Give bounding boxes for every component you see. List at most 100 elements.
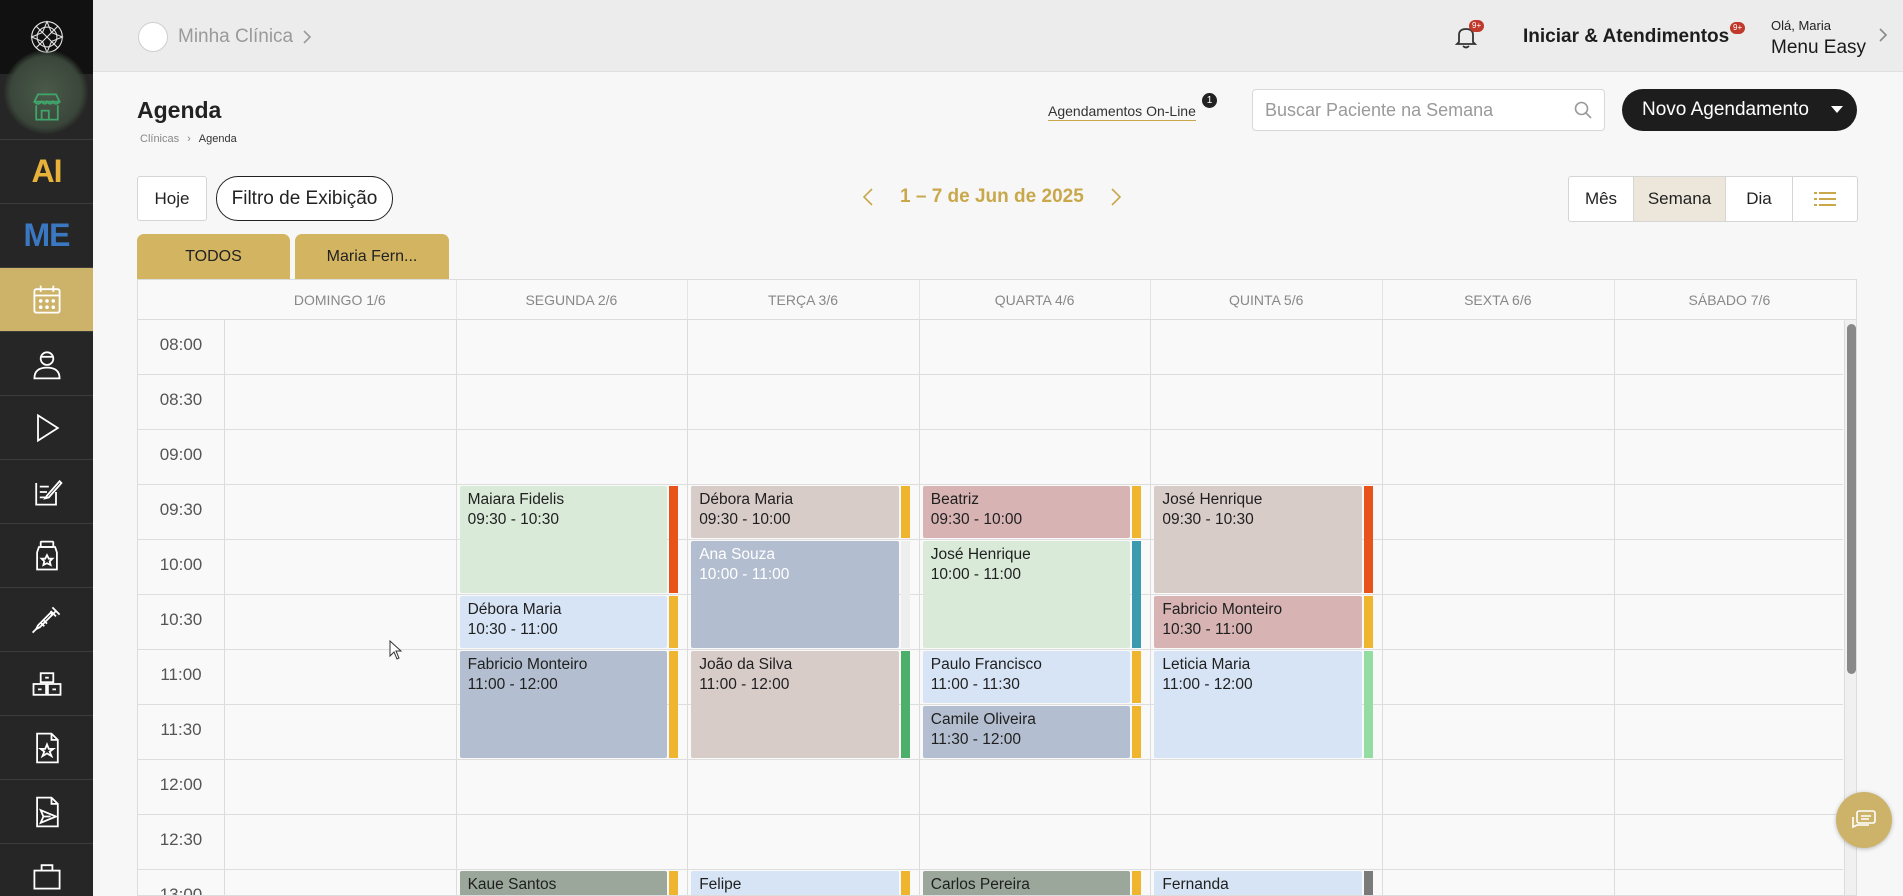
search-icon[interactable]	[1574, 101, 1592, 119]
appointment-patient-name: Felipe	[699, 876, 742, 893]
appointment-status-bar	[669, 596, 679, 648]
sidebar-item-medicine[interactable]	[0, 524, 93, 588]
day-header: QUARTA 4/6	[994, 291, 1075, 308]
appointment-card[interactable]: Kaue Santos	[459, 871, 668, 895]
sidebar-item-more[interactable]	[0, 844, 93, 896]
appointment-card[interactable]: Camile Oliveira 11:30 - 12:00	[922, 706, 1131, 758]
edit-icon	[34, 479, 63, 505]
chevron-right-icon[interactable]	[1110, 188, 1122, 206]
appointment-card[interactable]: Débora Maria 10:30 - 11:00	[459, 596, 668, 648]
chat-icon	[1852, 810, 1876, 829]
page-title: Agenda	[137, 97, 222, 123]
appointment-card[interactable]: Débora Maria 09:30 - 10:00	[691, 486, 899, 538]
day-header: SEGUNDA 2/6	[525, 291, 618, 308]
time-slot-label: 11:00	[160, 665, 202, 684]
sidebar-item-document-send[interactable]	[0, 780, 93, 844]
sidebar-item-syringe[interactable]	[0, 588, 93, 652]
sidebar-item-agenda[interactable]	[0, 268, 93, 332]
today-button[interactable]: Hoje	[137, 176, 207, 221]
chevron-left-icon[interactable]	[862, 188, 874, 206]
time-slot-label: 12:00	[159, 775, 203, 794]
breadcrumb-agenda: Agenda	[198, 133, 237, 145]
appointment-card[interactable]: Carlos Pereira	[922, 871, 1131, 895]
appointment-card[interactable]: Fabricio Monteiro 10:30 - 11:00	[1154, 596, 1362, 648]
chevron-right-icon[interactable]	[1878, 28, 1888, 42]
iniciar-atendimentos-link[interactable]: Iniciar & Atendimentos	[1523, 26, 1729, 48]
appointment-time: 09:30 - 10:30	[1162, 511, 1254, 528]
appointment-card[interactable]: Beatriz 09:30 - 10:00	[922, 486, 1131, 538]
appointment-status-bar	[1364, 596, 1373, 648]
appointment-time: 10:00 - 11:00	[930, 566, 1021, 583]
appointment-card[interactable]: Paulo Francisco 11:00 - 11:30	[922, 651, 1131, 703]
appointment-patient-name: Débora Maria	[467, 601, 562, 618]
appointment-status-bar	[900, 541, 910, 648]
time-slot-label: 13:00	[159, 885, 203, 896]
appointment-patient-name: Beatriz	[930, 491, 980, 508]
boxes-icon	[32, 671, 61, 696]
view-switcher: Mês Semana Dia	[1568, 176, 1858, 222]
dropdown-caret-icon[interactable]	[1831, 106, 1843, 113]
view-month-button[interactable]: Mês	[1569, 177, 1634, 221]
appointment-time: 11:00 - 12:00	[1162, 676, 1253, 693]
appointment-card[interactable]: Leticia Maria 11:00 - 12:00	[1154, 651, 1362, 758]
patient-search	[1252, 89, 1605, 131]
sidebar-item-patients[interactable]	[0, 332, 93, 396]
appointment-card[interactable]: Felipe	[691, 871, 899, 895]
appointment-card[interactable]: José Henrique 10:00 - 11:00	[922, 541, 1131, 648]
appointment-time: 11:30 - 12:00	[930, 731, 1021, 748]
sidebar-item-store[interactable]	[0, 50, 93, 140]
search-input[interactable]	[1253, 90, 1553, 130]
breadcrumb-clinicas[interactable]: Clínicas	[140, 133, 179, 145]
sidebar-item-me[interactable]: ME	[0, 204, 93, 268]
filter-tab-todos[interactable]: TODOS	[137, 234, 290, 280]
sidebar-item-edit[interactable]	[0, 460, 93, 524]
chat-button[interactable]	[1836, 792, 1892, 848]
sidebar-item-document-star[interactable]	[0, 716, 93, 780]
appointment-status-bar	[1132, 651, 1142, 703]
appointment-patient-name: José Henrique	[1162, 491, 1263, 508]
display-filter-button[interactable]: Filtro de Exibição	[216, 176, 393, 221]
appointment-patient-name: Débora Maria	[699, 491, 794, 508]
appointment-status-bar	[669, 486, 679, 593]
clinic-avatar	[138, 22, 168, 52]
user-menu[interactable]: Olá, Maria Menu Easy	[1771, 18, 1866, 59]
time-slot-label: 08:30	[159, 390, 203, 409]
appointment-status-bar	[1132, 871, 1142, 895]
day-header: SÁBADO 7/6	[1688, 291, 1771, 308]
appointment-time: 09:30 - 10:00	[699, 511, 791, 528]
list-icon	[1814, 192, 1836, 206]
appointment-time: 11:00 - 11:30	[930, 676, 1020, 693]
appointment-status-bar	[669, 651, 679, 758]
notifications-button[interactable]: 9+	[1453, 20, 1485, 50]
filter-tab-maria[interactable]: Maria Fern...	[295, 234, 449, 280]
online-appointments-link[interactable]: Agendamentos On-Line	[1048, 103, 1196, 121]
ai-label: AI	[31, 153, 63, 189]
notification-badge: 9+	[1469, 20, 1485, 32]
appointment-card[interactable]: José Henrique 09:30 - 10:30	[1154, 486, 1362, 593]
appointment-time: 11:00 - 12:00	[699, 676, 790, 693]
appointment-status-bar	[900, 651, 910, 758]
view-day-button[interactable]: Dia	[1726, 177, 1793, 221]
clinic-selector[interactable]: Minha Clínica	[138, 22, 312, 52]
sidebar-item-ai[interactable]: AI	[0, 140, 93, 204]
view-week-button[interactable]: Semana	[1634, 177, 1726, 221]
me-label: ME	[23, 217, 71, 253]
view-list-button[interactable]	[1793, 177, 1857, 221]
sidebar-item-boxes[interactable]	[0, 652, 93, 716]
clinic-name: Minha Clínica	[178, 26, 294, 47]
appointment-patient-name: Maiara Fidelis	[467, 491, 565, 508]
sidebar-item-play[interactable]	[0, 396, 93, 460]
appointment-card[interactable]: Maiara Fidelis 09:30 - 10:30	[459, 486, 668, 593]
new-appointment-button[interactable]: Novo Agendamento	[1622, 89, 1857, 131]
medicine-jar-icon	[35, 540, 58, 570]
appointment-patient-name: Fabricio Monteiro	[467, 656, 588, 673]
appointment-card[interactable]: Fernanda	[1154, 871, 1362, 895]
time-slot-label: 09:00	[159, 445, 203, 464]
appointment-card[interactable]: Ana Souza 10:00 - 11:00	[691, 541, 899, 648]
document-star-icon	[35, 732, 59, 763]
date-range-label: 1 – 7 de Jun de 2025	[900, 186, 1084, 207]
appointment-card[interactable]: João da Silva 11:00 - 12:00	[691, 651, 899, 758]
appointment-patient-name: Fernanda	[1162, 876, 1229, 893]
appointment-card[interactable]: Fabricio Monteiro 11:00 - 12:00	[459, 651, 668, 758]
appointment-status-bar	[1364, 871, 1373, 895]
